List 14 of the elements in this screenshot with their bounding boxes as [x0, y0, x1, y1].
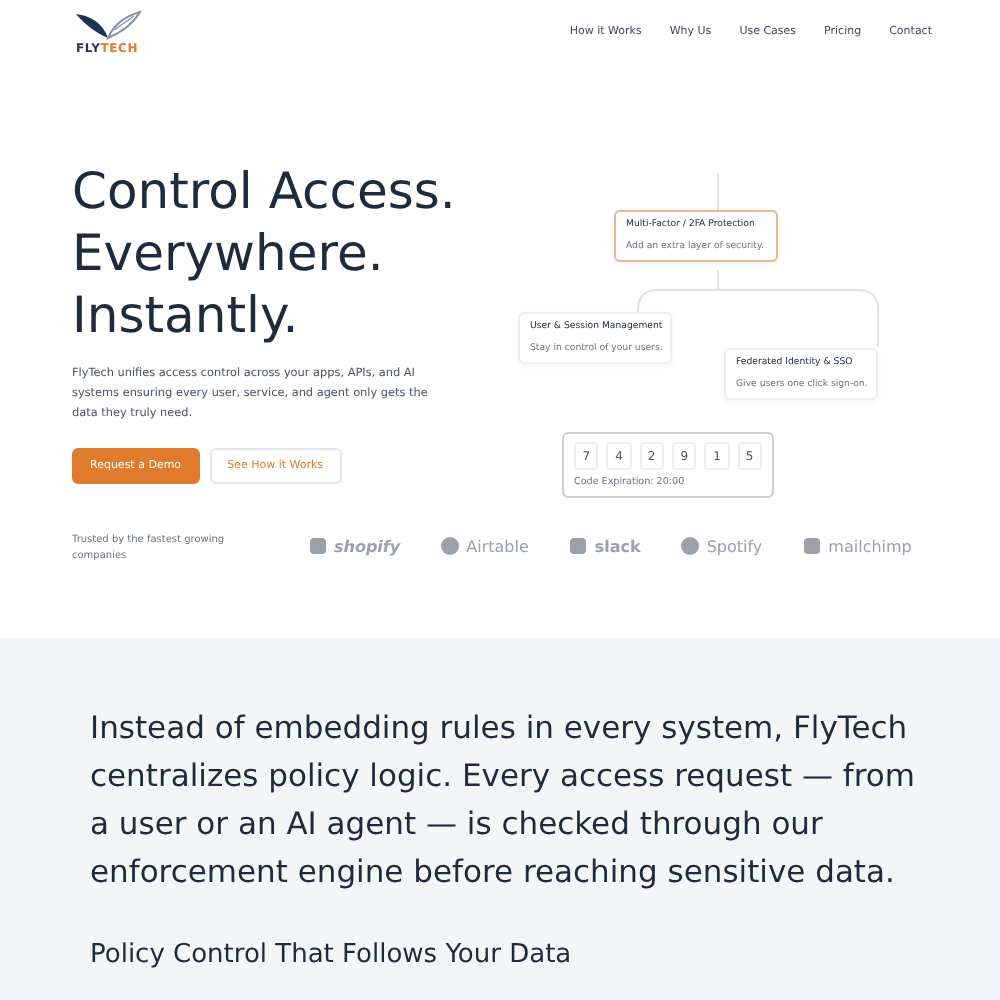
- company-name: shopify: [334, 537, 401, 555]
- company-name: Airtable: [466, 537, 529, 555]
- statement-text: Instead of embedding rules in every system, FlyTech centralizes policy logic. Every access request — from a user or an AI agent — is checked through our enforcement engine before reaching sensitive data.: [90, 708, 917, 894]
- section-title: Policy Control That Follows Your Data: [90, 940, 574, 970]
- company-logo-icon: [568, 536, 589, 556]
- company-name: slack: [594, 537, 641, 555]
- wing-logo-icon: [74, 10, 142, 42]
- company-name: Spotify: [706, 537, 763, 555]
- hero-headline: Control Access. Everywhere. Instantly.: [72, 160, 458, 346]
- company-logo-icon: [308, 536, 328, 556]
- company-logo-icon: [802, 536, 823, 556]
- company-logo-icon: [440, 536, 461, 556]
- company-name: mailchimp: [828, 537, 912, 555]
- company-logo-icon: [680, 536, 701, 556]
